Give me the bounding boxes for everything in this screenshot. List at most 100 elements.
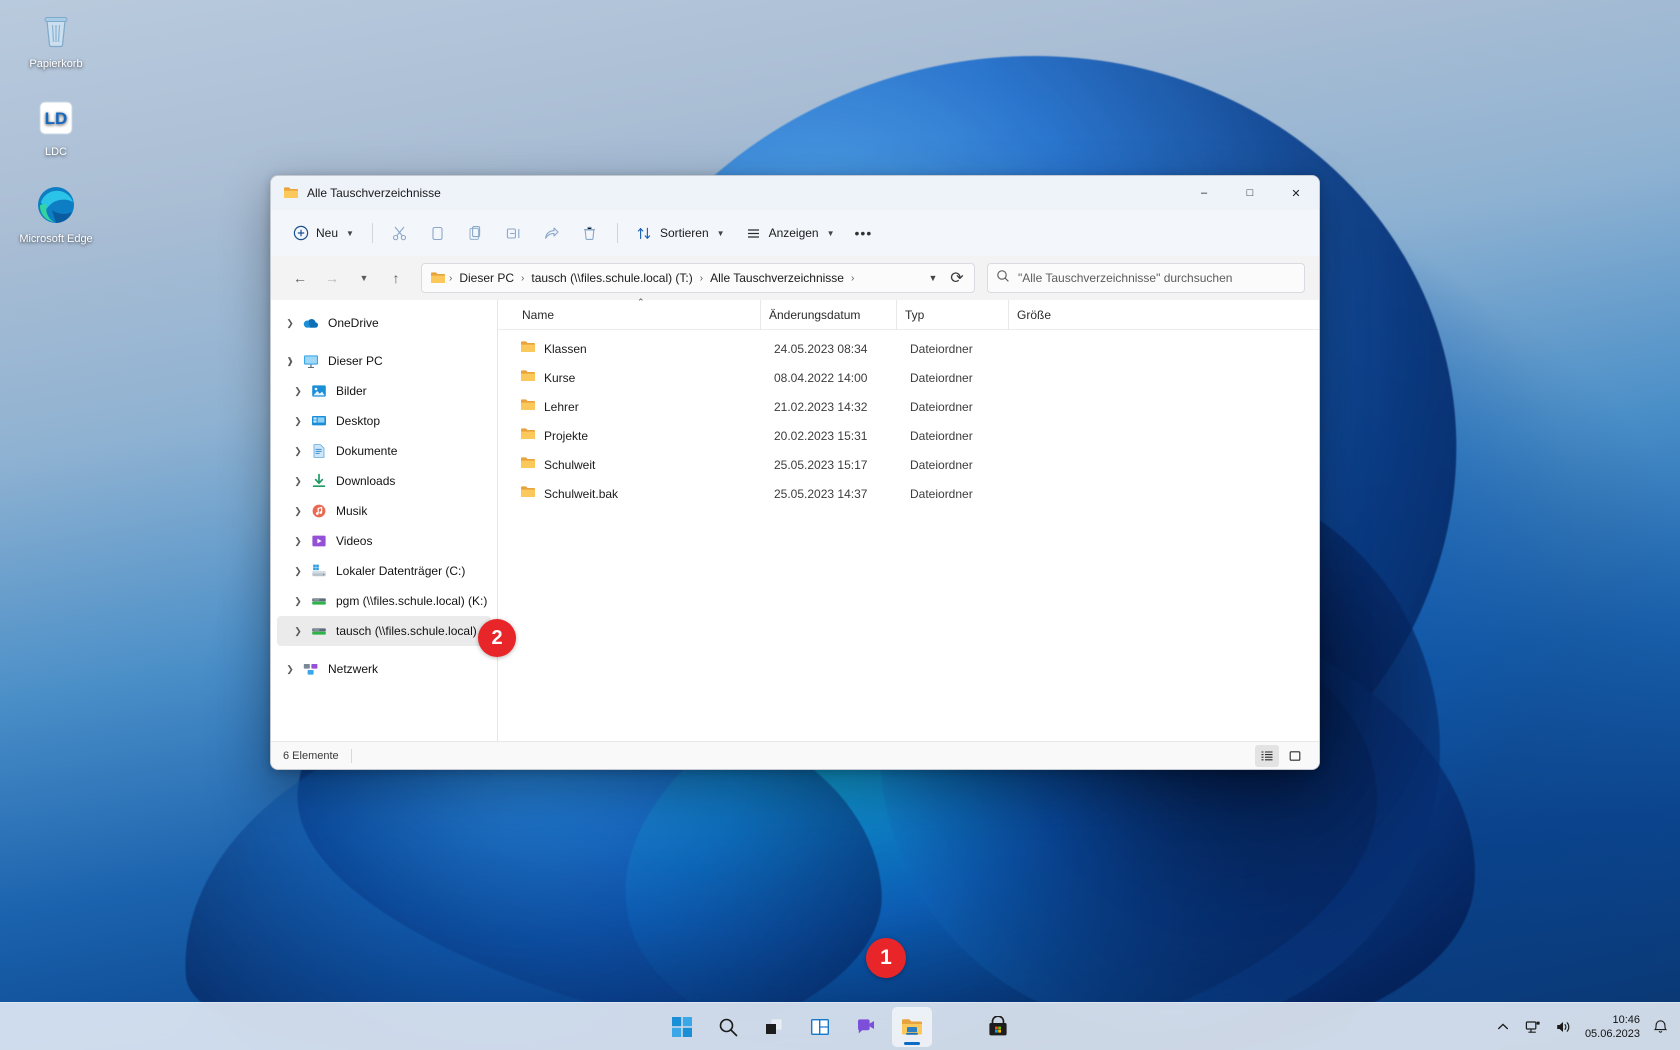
microsoft-store-icon [989,1015,1007,1035]
refresh-button[interactable]: ⟳ [944,265,970,291]
chevron-right-icon[interactable]: ❯ [279,654,301,684]
delete-button[interactable] [572,217,608,249]
breadcrumb-item-1[interactable]: tausch (\\files.schule.local) (T:) [525,268,698,288]
table-row[interactable]: Schulweit 25.05.2023 15:17 Dateiordner [504,450,1313,479]
sidebar-item-dieser-pc[interactable]: ❱ Dieser PC [277,346,491,376]
file-list-pane[interactable]: ⌃ Name Änderungsdatum Typ Größe Klassen … [497,297,1319,741]
microsoft-store-button[interactable] [978,1007,1018,1047]
clock[interactable]: 10:46 05.06.2023 [1579,1007,1648,1047]
chat-button[interactable] [846,1007,886,1047]
details-view-icon[interactable] [1255,744,1279,767]
command-toolbar[interactable]: Neu ▼ Sortieren ▼ Anzeigen ▼ ••• [271,210,1319,256]
search-input[interactable]: "Alle Tauschverzeichnisse" durchsuchen [987,263,1305,293]
window-controls[interactable]: – □ ✕ [1181,176,1319,210]
breadcrumb-item-2[interactable]: Alle Tauschverzeichnisse [704,268,850,288]
breadcrumb[interactable]: › Dieser PC › tausch (\\files.schule.loc… [421,263,975,293]
sidebar-item-pgm-k[interactable]: ❯ pgm (\\files.schule.local) (K:) [277,586,491,616]
sidebar-item-bilder[interactable]: ❯ Bilder [277,376,491,406]
forward-button[interactable]: → [317,263,347,293]
share-button[interactable] [534,217,570,249]
sidebar-item-onedrive[interactable]: ❯ OneDrive [277,308,491,338]
sidebar-item-tausch-t[interactable]: ❯ tausch (\\files.schule.local) (T:) [277,616,497,646]
column-header-name[interactable]: ⌃ Name [514,297,760,330]
file-name-label: Schulweit.bak [544,486,619,501]
view-button[interactable]: Anzeigen ▼ [736,217,844,249]
recent-locations-button[interactable]: ▼ [349,263,379,293]
sidebar-item-netzwerk[interactable]: ❯ Netzwerk [277,654,491,684]
chevron-right-icon[interactable]: ❯ [287,556,309,586]
file-name-cell: Klassen [520,339,766,358]
rename-button[interactable] [496,217,532,249]
column-header-label: Name [522,307,555,322]
address-bar-row[interactable]: ← → ▼ ↑ › Dieser PC › tausch (\\files.sc… [271,256,1319,300]
more-options-button[interactable]: ••• [846,217,882,249]
file-rows[interactable]: Klassen 24.05.2023 08:34 Dateiordner Kur… [498,330,1319,741]
chevron-right-icon[interactable]: ❯ [287,406,309,436]
breadcrumb-dropdown-button[interactable]: ▼ [922,266,944,290]
sidebar-item-musik[interactable]: ❯ Musik [277,496,491,526]
show-hidden-icons-button[interactable] [1489,1012,1517,1042]
table-row[interactable]: Schulweit.bak 25.05.2023 14:37 Dateiordn… [504,479,1313,508]
chevron-right-icon[interactable]: ❯ [287,496,309,526]
chevron-right-icon[interactable]: ❯ [287,526,309,556]
sidebar-item-lokaler-datentraeger-c[interactable]: ❯ Lokaler Datenträger (C:) [277,556,491,586]
chevron-right-icon[interactable]: ❯ [279,308,301,338]
file-explorer-button[interactable] [892,1006,932,1047]
table-row[interactable]: Klassen 24.05.2023 08:34 Dateiordner [504,334,1313,363]
large-icons-view-icon[interactable] [1283,745,1307,767]
table-row[interactable]: Kurse 08.04.2022 14:00 Dateiordner [504,363,1313,392]
chevron-right-icon[interactable]: ❯ [287,436,309,466]
sidebar-item-desktop[interactable]: ❯ Desktop [277,406,491,436]
sidebar-item-downloads[interactable]: ❯ Downloads [277,466,491,496]
sort-button[interactable]: Sortieren ▼ [627,217,734,249]
system-tray[interactable]: 10:46 05.06.2023 [1489,1003,1670,1050]
table-row[interactable]: Lehrer 21.02.2023 14:32 Dateiordner [504,392,1313,421]
taskview-button[interactable] [754,1007,794,1047]
paste-button[interactable] [458,217,494,249]
taskbar[interactable]: 10:46 05.06.2023 [0,1002,1680,1050]
search-button[interactable] [708,1007,748,1047]
column-header-type[interactable]: Typ [896,299,1008,330]
desktop-icon-recycle-bin[interactable]: Papierkorb [10,8,102,72]
sidebar-item-label: Netzwerk [328,662,379,676]
sidebar-item-dokumente[interactable]: ❯ Dokumente [277,436,491,466]
chevron-down-icon[interactable]: ❱ [279,346,301,376]
chevron-right-icon[interactable]: ❯ [287,376,309,406]
new-button[interactable]: Neu ▼ [283,217,363,249]
minimize-button[interactable]: – [1181,176,1227,210]
close-button[interactable]: ✕ [1273,176,1319,210]
view-toggle-group[interactable] [1255,744,1307,767]
navigation-pane[interactable]: ❯ OneDrive ❱ Dieser PC ❯ Bilder ❯ Deskto… [271,300,497,741]
file-explorer-window[interactable]: Alle Tauschverzeichnisse – □ ✕ Neu ▼ Sor… [270,175,1320,770]
back-button[interactable]: ← [285,263,315,293]
chevron-right-icon[interactable]: ❯ [287,466,309,496]
window-titlebar[interactable]: Alle Tauschverzeichnisse – □ ✕ [271,176,1319,210]
widgets-button[interactable] [800,1007,840,1047]
column-header-date[interactable]: Änderungsdatum [760,299,896,330]
volume-icon[interactable] [1549,1012,1577,1042]
column-header-size[interactable]: Größe [1008,299,1108,330]
file-name-label: Kurse [544,370,576,385]
chevron-right-icon[interactable]: ❯ [287,616,309,646]
table-row[interactable]: Projekte 20.02.2023 15:31 Dateiordner [504,421,1313,450]
sidebar-item-videos[interactable]: ❯ Videos [277,526,491,556]
desktop[interactable]: Papierkorb LD LDC Microsoft Edge Alle Ta… [0,0,1680,1050]
column-headers[interactable]: ⌃ Name Änderungsdatum Typ Größe [498,297,1319,330]
folder-icon [520,397,536,416]
breadcrumb-item-0[interactable]: Dieser PC [453,268,520,288]
start-button[interactable] [662,1007,702,1047]
notification-icon[interactable] [1650,1012,1670,1042]
search-placeholder: "Alle Tauschverzeichnisse" durchsuchen [1018,271,1233,285]
cut-button[interactable] [382,217,418,249]
paste-icon [467,224,485,242]
file-name-label: Schulweit [544,457,596,472]
taskbar-apps[interactable] [662,1006,1018,1047]
up-button[interactable]: ↑ [381,263,411,293]
chevron-right-icon[interactable]: ❯ [287,586,309,616]
copy-button[interactable] [420,217,456,249]
maximize-button[interactable]: □ [1227,176,1273,210]
network-icon[interactable] [1519,1012,1547,1042]
desktop-icon-ldc[interactable]: LD LDC [10,96,102,160]
netdrive-icon [309,621,329,641]
desktop-icon-microsoft-edge[interactable]: Microsoft Edge [10,183,102,247]
